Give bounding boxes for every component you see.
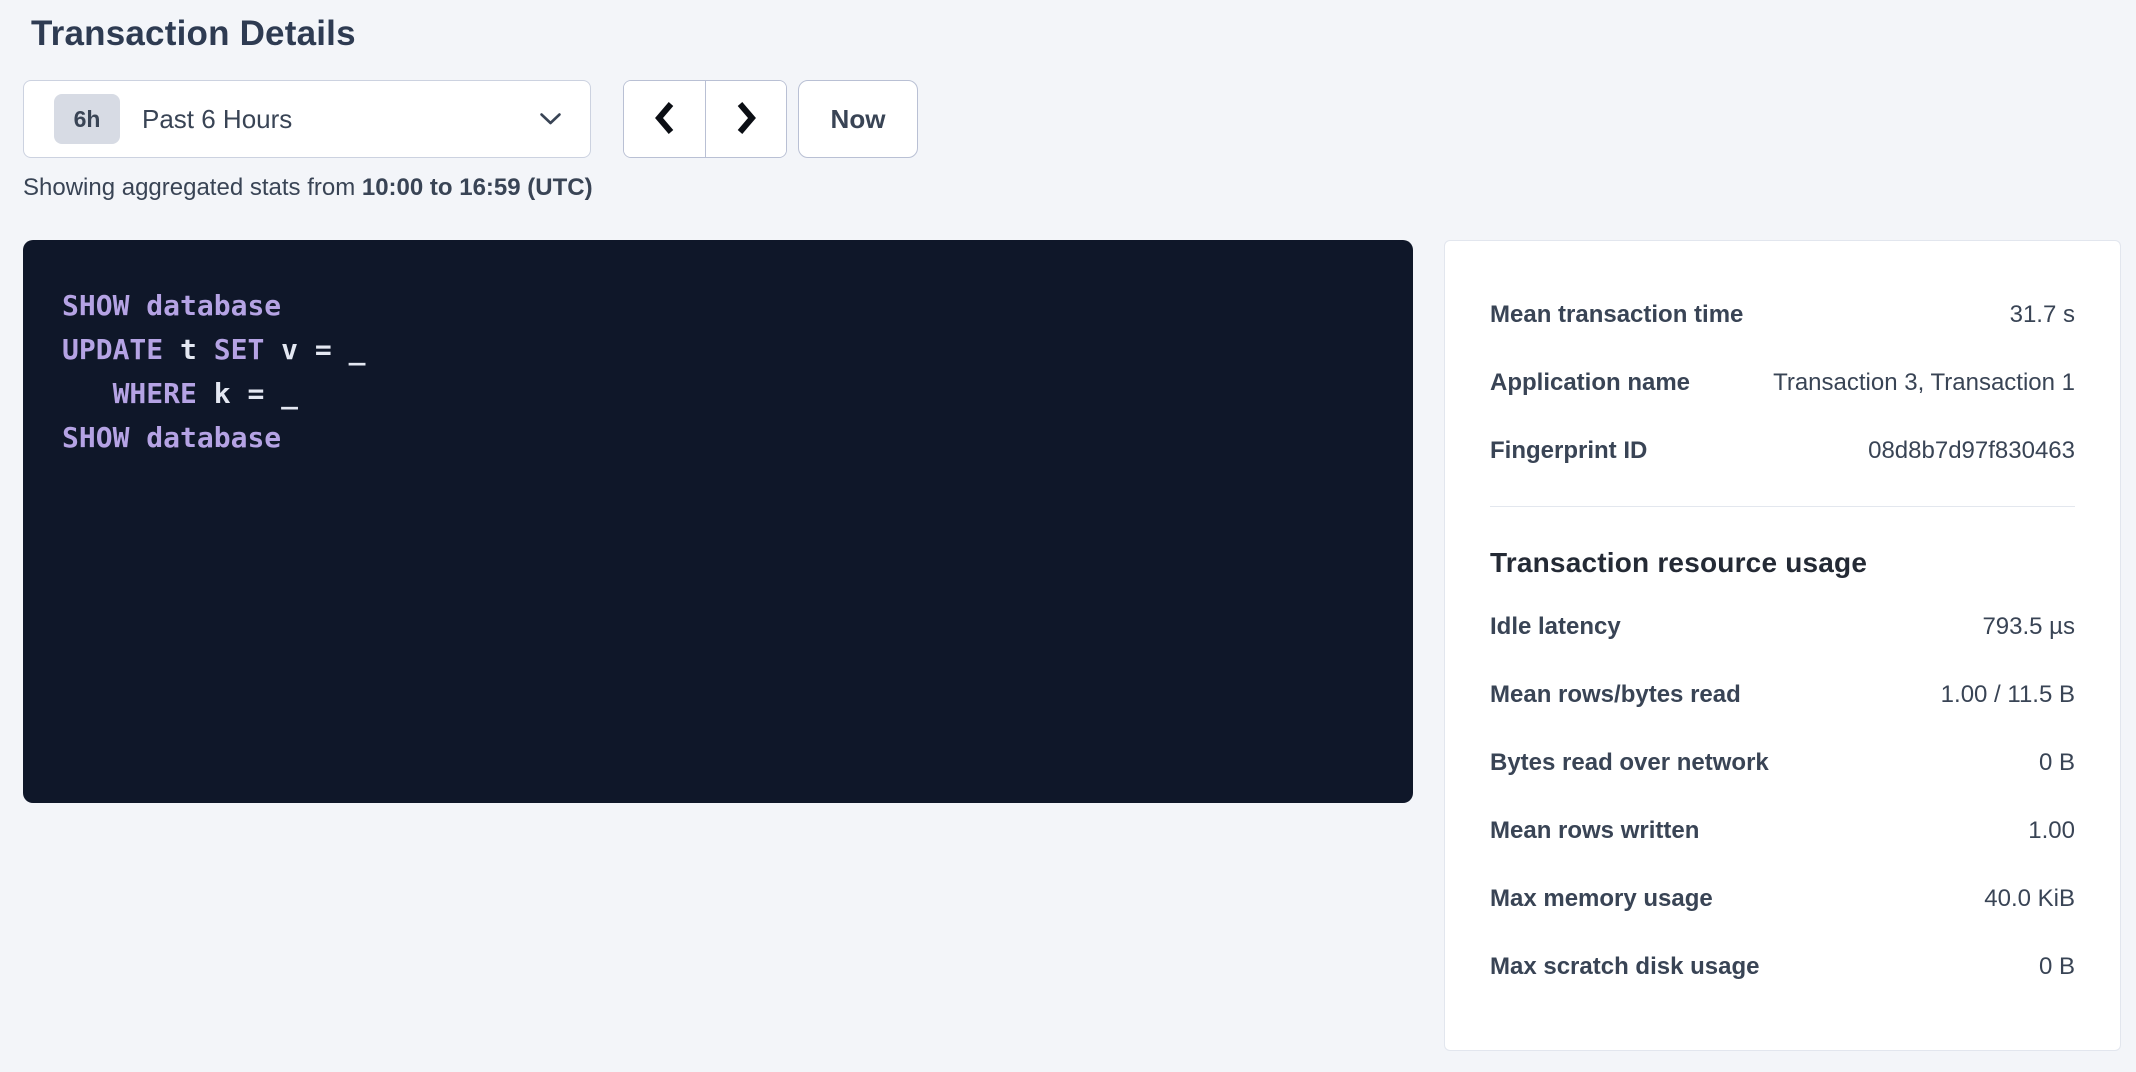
row-value: 31.7 s [2010,301,2075,329]
time-range-select[interactable]: 6h Past 6 Hours [23,80,591,158]
row-value: 1.00 [2028,817,2075,845]
transaction-details-page: Transaction Details 6h Past 6 Hours [0,0,2136,1051]
summary-row: Application name Transaction 3, Transacti… [1490,349,2075,417]
time-controls: 6h Past 6 Hours [23,80,2136,158]
row-label: Mean rows written [1490,817,1719,845]
summary-row: Mean rows written 1.00 [1490,797,2075,865]
sql-keyword: database [146,421,281,454]
sql-text: v = _ [264,333,365,366]
row-label: Max memory usage [1490,885,1733,913]
sql-line: UPDATE t SET v = _ [62,328,1383,372]
summary-row: Bytes read over network 0 B [1490,729,2075,797]
sql-statement-box: SHOW databaseUPDATE t SET v = _ WHERE k … [23,240,1413,803]
row-value: 0 B [2039,749,2075,777]
sql-text [129,289,146,322]
chevron-down-icon [539,112,562,126]
sql-text [62,377,113,410]
time-range-badge: 6h [54,94,120,144]
resource-usage-rows: Idle latency 793.5 µs Mean rows/bytes read… [1490,593,2075,1001]
summary-row: Max scratch disk usage 0 B [1490,933,2075,1001]
summary-top-rows: Mean transaction time 31.7 s Application n… [1490,281,2075,485]
sql-keyword: WHERE [113,377,197,410]
summary-row: Mean transaction time 31.7 s [1490,281,2075,349]
sql-line: SHOW database [62,416,1383,460]
sql-text: t [163,333,214,366]
row-label: Max scratch disk usage [1490,953,1779,981]
sql-keyword: database [146,289,281,322]
summary-row: Mean rows/bytes read 1.00 / 11.5 B [1490,661,2075,729]
row-label: Application name [1490,369,1710,397]
row-label: Bytes read over network [1490,749,1789,777]
row-value: 40.0 KiB [1984,885,2075,913]
time-range-label: Past 6 Hours [142,104,292,135]
time-nav-group [623,80,787,158]
aggregation-note-range: 10:00 to 16:59 (UTC) [362,174,593,201]
now-button[interactable]: Now [798,80,918,158]
chevron-right-icon [735,100,757,139]
sql-line: SHOW database [62,284,1383,328]
summary-row: Max memory usage 40.0 KiB [1490,865,2075,933]
chevron-left-icon [654,100,676,139]
aggregation-range-note: Showing aggregated stats from 10:00 to 1… [23,174,2136,202]
row-value: Transaction 3, Transaction 1 [1773,369,2075,397]
sql-line: WHERE k = _ [62,372,1383,416]
sql-code: SHOW databaseUPDATE t SET v = _ WHERE k … [62,284,1383,460]
row-value: 1.00 / 11.5 B [1941,681,2075,709]
sql-keyword: SET [214,333,265,366]
summary-row: Fingerprint ID 08d8b7d97f830463 [1490,417,2075,485]
row-label: Mean rows/bytes read [1490,681,1761,709]
next-time-button[interactable] [705,81,786,157]
row-value: 08d8b7d97f830463 [1868,437,2075,465]
aggregation-note-prefix: Showing aggregated stats from [23,174,362,201]
prev-time-button[interactable] [624,81,705,157]
row-value: 0 B [2039,953,2075,981]
resource-usage-heading: Transaction resource usage [1490,547,2075,579]
card-divider [1490,506,2075,507]
transaction-summary-card: Mean transaction time 31.7 s Application n… [1444,240,2121,1051]
row-label: Fingerprint ID [1490,437,1667,465]
sql-text: k = _ [197,377,298,410]
row-label: Mean transaction time [1490,301,1763,329]
sql-text [129,421,146,454]
page-title: Transaction Details [31,14,2136,54]
row-value: 793.5 µs [1982,613,2075,641]
sql-keyword: SHOW [62,289,129,322]
sql-keyword: SHOW [62,421,129,454]
summary-row: Idle latency 793.5 µs [1490,593,2075,661]
main-content: SHOW databaseUPDATE t SET v = _ WHERE k … [23,240,2136,1051]
row-label: Idle latency [1490,613,1641,641]
sql-keyword: UPDATE [62,333,163,366]
